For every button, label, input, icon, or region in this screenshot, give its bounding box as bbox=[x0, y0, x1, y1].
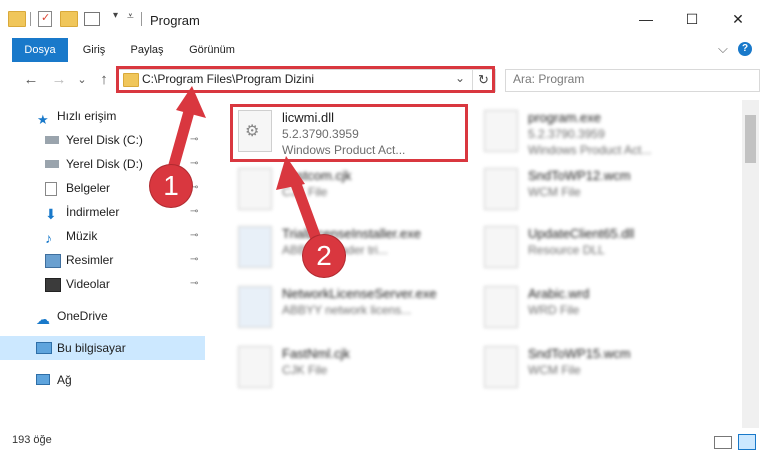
arrow-1-head bbox=[176, 86, 206, 118]
arrow-1-shaft bbox=[166, 102, 196, 178]
arrow-2-shaft bbox=[287, 170, 324, 250]
step-badge-1: 1 bbox=[150, 165, 192, 207]
arrow-2-head bbox=[276, 156, 305, 190]
step-badge-2: 2 bbox=[303, 235, 345, 277]
annotation-arrows bbox=[166, 86, 324, 250]
